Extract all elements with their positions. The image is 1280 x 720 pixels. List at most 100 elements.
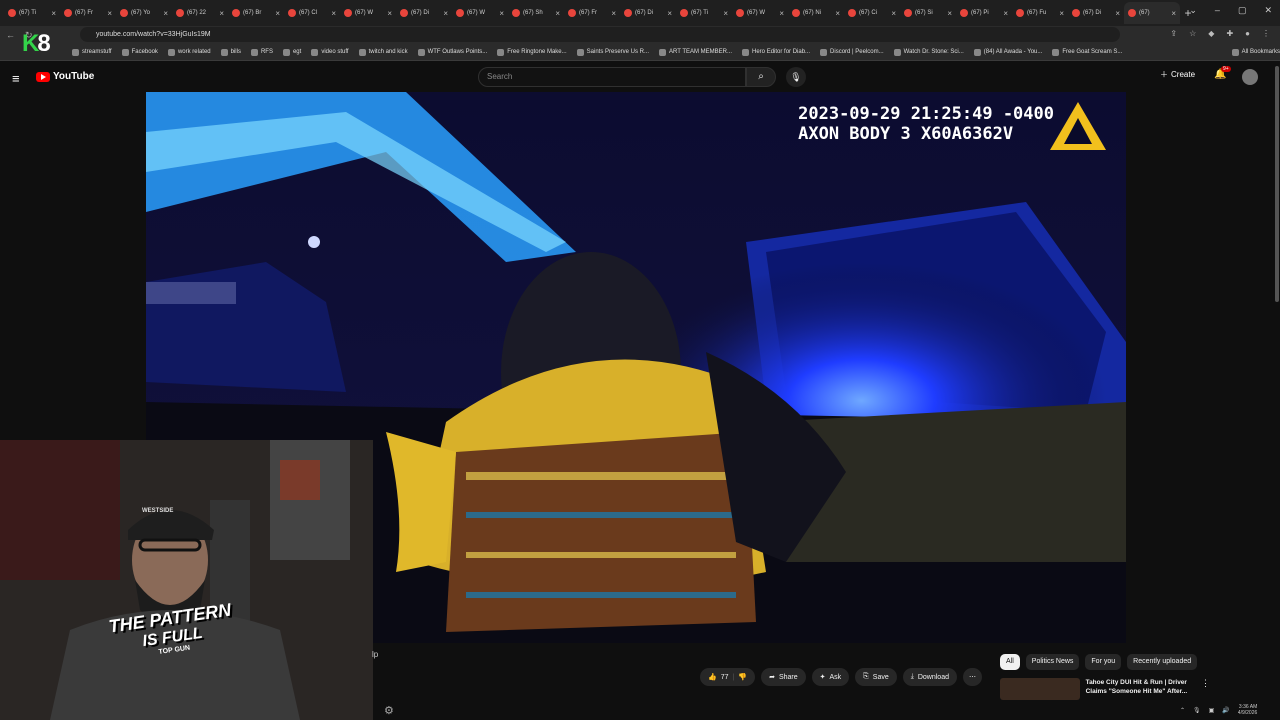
- avatar[interactable]: [1242, 69, 1258, 85]
- browser-tab[interactable]: (67) Ti ×: [676, 2, 732, 24]
- close-tab-icon[interactable]: ×: [1003, 9, 1008, 18]
- browser-tab[interactable]: (67) Di ×: [1068, 2, 1124, 24]
- browser-tab[interactable]: (67) Fr ×: [60, 2, 116, 24]
- close-tab-icon[interactable]: ×: [107, 9, 112, 18]
- close-tab-icon[interactable]: ×: [275, 9, 280, 18]
- browser-tab[interactable]: (67) Br ×: [228, 2, 284, 24]
- browser-tab[interactable]: (67) Di ×: [620, 2, 676, 24]
- voice-search-button[interactable]: 🎙: [786, 67, 806, 87]
- browser-tab[interactable]: (67) Ci ×: [844, 2, 900, 24]
- save-button[interactable]: ⎘ Save: [855, 668, 897, 686]
- browser-tab[interactable]: (67) Fu ×: [1012, 2, 1068, 24]
- minimize-button[interactable]: –: [1215, 5, 1220, 16]
- kebab-menu-icon[interactable]: ⋮: [1262, 29, 1270, 38]
- close-tab-icon[interactable]: ×: [555, 9, 560, 18]
- bookmark-item[interactable]: egt: [282, 48, 301, 56]
- close-tab-icon[interactable]: ×: [835, 9, 840, 18]
- like-button[interactable]: 👍 77 | 👎: [700, 668, 756, 686]
- hamburger-menu-icon[interactable]: ≡: [12, 71, 20, 86]
- search-input[interactable]: Search: [478, 67, 746, 87]
- puzzle-icon[interactable]: ✚: [1226, 29, 1233, 38]
- profile-icon[interactable]: ●: [1245, 29, 1250, 38]
- bookmark-item[interactable]: twitch and kick: [358, 48, 408, 56]
- bookmark-item[interactable]: Discord | Peelcom...: [820, 48, 884, 56]
- more-actions-button[interactable]: ⋯: [963, 668, 982, 686]
- close-tab-icon[interactable]: ×: [1115, 9, 1120, 18]
- ask-button[interactable]: ✦ Ask: [811, 668, 850, 686]
- browser-tab[interactable]: (67) W ×: [452, 2, 508, 24]
- browser-tab[interactable]: (67) Di ×: [396, 2, 452, 24]
- browser-tab[interactable]: (67) Sh ×: [508, 2, 564, 24]
- filter-chip[interactable]: All: [1000, 654, 1020, 670]
- close-tab-icon[interactable]: ×: [891, 9, 896, 18]
- close-window-button[interactable]: ✕: [1264, 5, 1272, 16]
- filter-chip[interactable]: For you: [1085, 654, 1122, 670]
- bookmark-item[interactable]: RFS: [250, 48, 273, 56]
- thumbs-down-icon[interactable]: 👎: [738, 673, 747, 681]
- bookmark-item[interactable]: Free Ringtone Make...: [497, 48, 567, 56]
- browser-tab[interactable]: (67) Ti ×: [4, 2, 60, 24]
- chevron-up-icon[interactable]: ⌃: [1180, 707, 1185, 714]
- bookmark-item[interactable]: Hero Editor for Diab...: [742, 48, 810, 56]
- close-tab-icon[interactable]: ×: [947, 9, 952, 18]
- bookmark-item[interactable]: Facebook: [121, 48, 158, 56]
- bookmark-item[interactable]: ART TEAM MEMBER...: [659, 48, 732, 56]
- share-button[interactable]: ➦ Share: [761, 668, 806, 686]
- close-tab-icon[interactable]: ×: [1059, 9, 1064, 18]
- bookmark-item[interactable]: bills: [220, 48, 241, 56]
- filter-chip[interactable]: Politics News: [1025, 654, 1080, 670]
- system-clock[interactable]: 3:36 AM 4/9/2026: [1238, 704, 1257, 716]
- bookmark-item[interactable]: streamstuff: [72, 48, 112, 56]
- browser-tab[interactable]: (67) Yo ×: [116, 2, 172, 24]
- network-icon[interactable]: ▣: [1209, 707, 1215, 714]
- back-icon[interactable]: ←: [6, 30, 15, 41]
- close-tab-icon[interactable]: ×: [219, 9, 224, 18]
- browser-tab[interactable]: (67) Ni ×: [788, 2, 844, 24]
- filter-chip[interactable]: Recently uploaded: [1127, 654, 1198, 670]
- browser-tab[interactable]: (67) Pi ×: [956, 2, 1012, 24]
- page-scrollbar[interactable]: [1274, 62, 1280, 702]
- close-tab-icon[interactable]: ×: [499, 9, 504, 18]
- youtube-logo[interactable]: YouTube: [36, 71, 94, 82]
- create-button[interactable]: ＋ Create: [1160, 69, 1195, 80]
- browser-tab[interactable]: (67) Cl ×: [284, 2, 340, 24]
- chevron-down-icon[interactable]: ⌄: [1189, 5, 1197, 16]
- bookmark-item[interactable]: Watch Dr. Stone: Sci...: [893, 48, 964, 56]
- recommended-title[interactable]: Tahoe City DUI Hit & Run | Driver Claims…: [1086, 678, 1195, 702]
- bookmark-item[interactable]: (84) All Awada - You...: [973, 48, 1042, 56]
- browser-tab[interactable]: (67) W ×: [732, 2, 788, 24]
- close-tab-icon[interactable]: ×: [163, 9, 168, 18]
- bookmark-item[interactable]: All Bookmarks: [1231, 48, 1280, 56]
- download-button[interactable]: ⤓ Download: [902, 668, 957, 686]
- close-tab-icon[interactable]: ×: [667, 9, 672, 18]
- extension-icon[interactable]: ◆: [1208, 29, 1214, 38]
- close-tab-icon[interactable]: ×: [387, 9, 392, 18]
- maximize-button[interactable]: ▢: [1238, 5, 1247, 16]
- browser-tab[interactable]: (67) W ×: [340, 2, 396, 24]
- mic-tray-icon[interactable]: 🎙: [1193, 707, 1201, 714]
- bookmark-item[interactable]: WTF Outlaws Points...: [417, 48, 487, 56]
- browser-tab[interactable]: (67) Si ×: [900, 2, 956, 24]
- close-tab-icon[interactable]: ×: [331, 9, 336, 18]
- close-tab-icon[interactable]: ×: [1171, 9, 1176, 18]
- notifications-button[interactable]: 🔔 9+: [1214, 66, 1231, 80]
- bookmark-item[interactable]: video stuff: [311, 48, 349, 56]
- bookmark-item[interactable]: Free Goat Scream S...: [1052, 48, 1122, 56]
- bookmark-item[interactable]: work related: [167, 48, 211, 56]
- recommended-video[interactable]: Tahoe City DUI Hit & Run | Driver Claims…: [1000, 678, 1210, 702]
- share-page-icon[interactable]: ⇪: [1170, 29, 1177, 38]
- browser-tab[interactable]: (67) ×: [1124, 2, 1180, 24]
- search-button[interactable]: ⌕: [746, 67, 776, 87]
- close-tab-icon[interactable]: ×: [779, 9, 784, 18]
- browser-tab[interactable]: (67) 22 ×: [172, 2, 228, 24]
- close-tab-icon[interactable]: ×: [723, 9, 728, 18]
- bookmark-item[interactable]: Saints Preserve Us R...: [576, 48, 649, 56]
- close-tab-icon[interactable]: ×: [51, 9, 56, 18]
- close-tab-icon[interactable]: ×: [611, 9, 616, 18]
- kebab-menu-icon[interactable]: ⋮: [1201, 678, 1210, 702]
- gear-icon[interactable]: ⚙: [384, 704, 394, 717]
- bookmark-star-icon[interactable]: ☆: [1189, 29, 1196, 38]
- volume-icon[interactable]: 🔊: [1222, 707, 1229, 714]
- close-tab-icon[interactable]: ×: [443, 9, 448, 18]
- browser-tab[interactable]: (67) Fr ×: [564, 2, 620, 24]
